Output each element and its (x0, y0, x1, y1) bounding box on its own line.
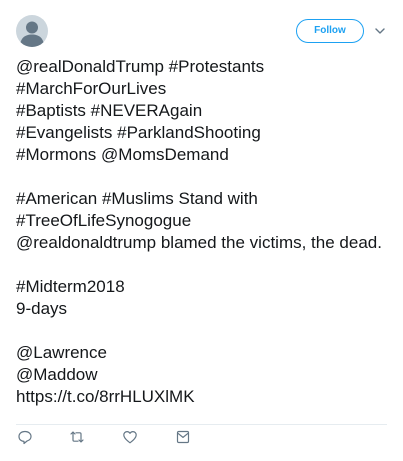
tweet-line: #Midterm2018 (16, 277, 125, 296)
tweet-text: @realDonaldTrump #Protestants #MarchForO… (16, 56, 392, 408)
tweet-paragraph: #Midterm2018 9-days (16, 276, 392, 320)
tweet-paragraph: @Lawrence @Maddow https://t.co/8rrHLUXlM… (16, 342, 392, 408)
tweet-actions (0, 428, 403, 450)
follow-button[interactable]: Follow (296, 19, 364, 43)
default-profile-icon (20, 21, 44, 47)
tweet-paragraph: @realDonaldTrump #Protestants #MarchForO… (16, 56, 392, 166)
retweet-icon[interactable] (68, 428, 86, 446)
tweet-paragraph: #American #Muslims Stand with #TreeOfLif… (16, 188, 392, 254)
tweet-line: #TreeOfLifeSynogogue (16, 211, 192, 230)
reply-icon[interactable] (16, 428, 34, 446)
tweet-link[interactable]: https://t.co/8rrHLUXlMK (16, 386, 392, 408)
tweet-line: @Lawrence (16, 343, 107, 362)
chevron-down-icon[interactable] (373, 24, 387, 38)
avatar[interactable] (16, 15, 48, 47)
tweet-line: @realDonaldTrump #Protestants (16, 57, 265, 76)
heart-icon[interactable] (121, 428, 139, 446)
tweet-line: @realdonaldtrump blamed the victims, the… (16, 233, 382, 252)
tweet-header: Follow (0, 0, 403, 60)
tweet-line: #Baptists #NEVERAgain (16, 101, 203, 120)
divider (16, 424, 387, 425)
tweet-line: #Mormons @MomsDemand (16, 145, 229, 164)
tweet-line: @Maddow (16, 365, 98, 384)
tweet-line: 9-days (16, 299, 68, 318)
tweet-line: #MarchForOurLives (16, 79, 167, 98)
tweet-line: #Evangelists #ParklandShooting (16, 123, 261, 142)
envelope-icon[interactable] (174, 428, 192, 446)
tweet-line: #American #Muslims Stand with (16, 189, 258, 208)
